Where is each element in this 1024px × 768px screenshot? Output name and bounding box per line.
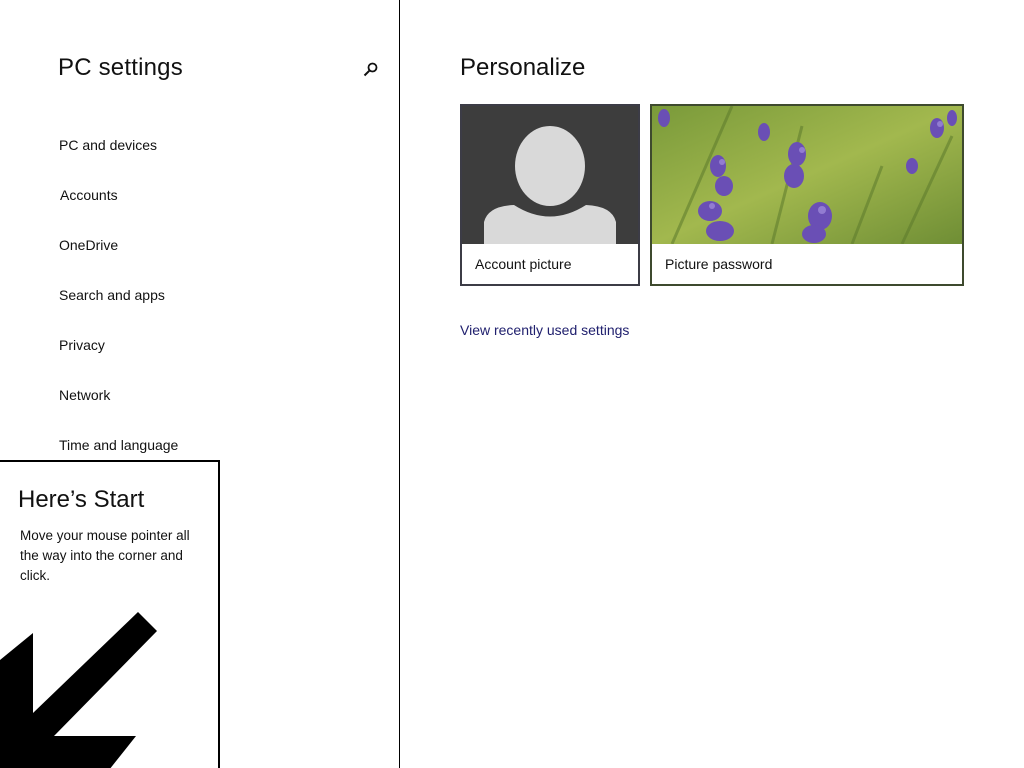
start-tip-title: Here’s Start xyxy=(18,486,145,513)
nav-item-onedrive[interactable]: OneDrive xyxy=(59,228,359,278)
view-recent-settings-link[interactable]: View recently used settings xyxy=(460,322,629,338)
nav-item-privacy[interactable]: Privacy xyxy=(59,328,359,378)
pc-settings-title: PC settings xyxy=(58,54,183,81)
settings-nav: PC and devices Accounts OneDrive Search … xyxy=(59,128,359,478)
picture-password-tile[interactable]: Picture password xyxy=(650,104,964,286)
nav-item-search-and-apps[interactable]: Search and apps xyxy=(59,278,359,328)
start-tip-popup: Here’s Start Move your mouse pointer all… xyxy=(0,460,220,768)
nav-item-network[interactable]: Network xyxy=(59,378,359,428)
picture-password-label: Picture password xyxy=(652,244,962,284)
nav-item-pc-and-devices[interactable]: PC and devices xyxy=(59,128,359,178)
search-button[interactable] xyxy=(358,58,382,82)
lavender-photo xyxy=(652,106,962,244)
left-pane: PC settings PC and devices Accounts OneD… xyxy=(0,0,400,768)
user-avatar-icon xyxy=(462,106,638,244)
nav-item-accounts[interactable]: Accounts xyxy=(59,178,359,228)
search-icon xyxy=(363,62,378,77)
arrow-down-left-icon xyxy=(0,612,157,768)
personalize-heading: Personalize xyxy=(460,54,586,81)
start-tip-body: Move your mouse pointer all the way into… xyxy=(20,528,190,583)
main-content: Personalize Account picture Picture pass… xyxy=(400,0,1024,768)
pc-settings-window: PC settings PC and devices Accounts OneD… xyxy=(0,0,1024,768)
account-picture-label: Account picture xyxy=(462,244,638,284)
account-picture-tile[interactable]: Account picture xyxy=(460,104,640,286)
